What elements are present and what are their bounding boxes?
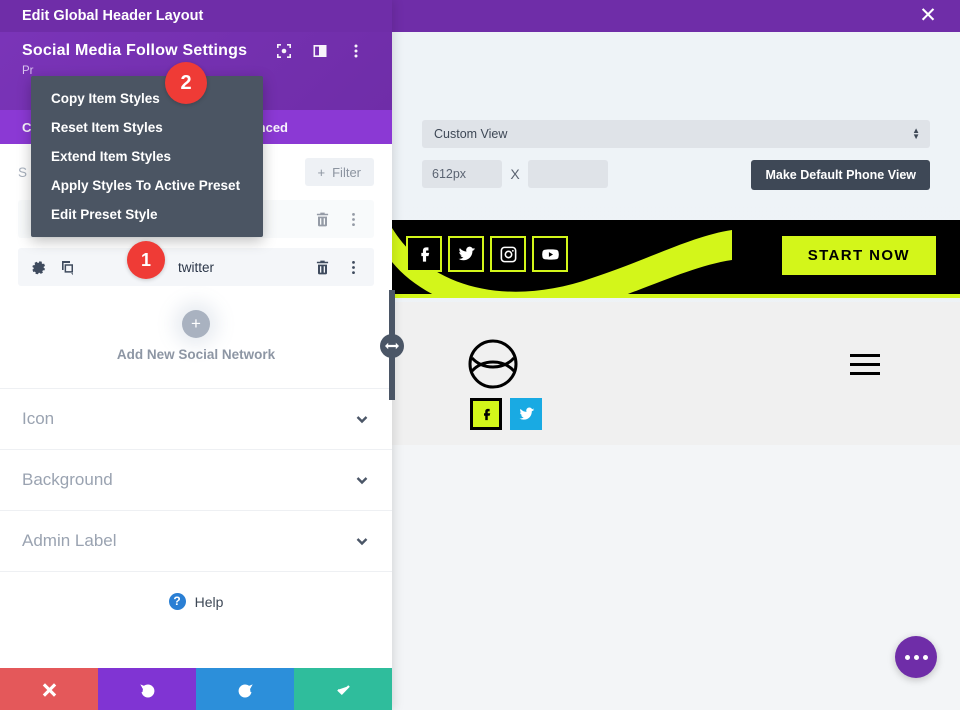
- site-logo-icon: [468, 339, 518, 389]
- item-styles-context-menu: Copy Item Styles Reset Item Styles Exten…: [31, 76, 263, 237]
- window-title: Edit Global Header Layout: [22, 8, 204, 24]
- size-separator: X: [510, 166, 520, 182]
- hamburger-menu-icon[interactable]: [850, 354, 880, 375]
- chevron-down-icon[interactable]: [354, 411, 370, 427]
- viewport-width-input[interactable]: [422, 160, 502, 188]
- window-titlebar: Edit Global Header Layout: [0, 0, 392, 32]
- start-now-button[interactable]: START NOW: [781, 236, 936, 275]
- help-label: Help: [194, 593, 224, 610]
- undo-icon: [139, 683, 154, 697]
- instagram-icon[interactable]: [490, 236, 526, 272]
- gear-icon[interactable]: [30, 259, 47, 276]
- focus-target-icon[interactable]: [276, 43, 292, 59]
- close-icon[interactable]: ✕: [916, 4, 940, 28]
- preview-pane: ✕ Custom View ▲▼ X Make Default Phone Vi…: [392, 0, 960, 710]
- module-title: Social Media Follow Settings: [22, 42, 248, 59]
- help-link[interactable]: ? Help: [0, 571, 392, 631]
- close-button[interactable]: [0, 668, 98, 710]
- redo-button[interactable]: [196, 668, 294, 710]
- x-icon: [42, 682, 56, 697]
- panel-resize-handle[interactable]: [380, 290, 404, 400]
- menu-item-extend-item-styles[interactable]: Extend Item Styles: [31, 142, 263, 171]
- undo-button[interactable]: [98, 668, 196, 710]
- view-mode-select[interactable]: Custom View ▲ ▼: [422, 120, 930, 148]
- add-new-social-network-label[interactable]: Add New Social Network: [18, 347, 374, 362]
- viewport-height-input[interactable]: [528, 160, 608, 188]
- site-sub-header: [392, 302, 960, 445]
- menu-item-apply-styles-to-active-preset[interactable]: Apply Styles To Active Preset: [31, 171, 263, 200]
- question-mark-icon: ?: [168, 593, 186, 610]
- app-root: ✕ Custom View ▲▼ X Make Default Phone Vi…: [0, 0, 960, 710]
- facebook-icon[interactable]: [470, 398, 502, 430]
- section-label: Admin Label: [22, 531, 117, 550]
- trash-icon[interactable]: [314, 211, 331, 228]
- filter-button[interactable]: + Filter: [304, 158, 374, 186]
- make-default-phone-view-button[interactable]: Make Default Phone View: [751, 160, 930, 190]
- facebook-icon[interactable]: [406, 236, 442, 272]
- size-row: X Make Default Phone View: [422, 160, 930, 190]
- settings-sections: Icon Background Admin Label: [0, 388, 392, 571]
- chevron-down-icon[interactable]: [354, 533, 370, 549]
- section-label: Background: [22, 470, 113, 489]
- panel-action-bar: [0, 668, 392, 710]
- plus-icon[interactable]: +: [182, 310, 210, 338]
- vertical-dots-icon[interactable]: [348, 43, 364, 59]
- section-admin-label[interactable]: Admin Label: [0, 510, 392, 571]
- twitter-icon[interactable]: [510, 398, 542, 430]
- section-background[interactable]: Background: [0, 449, 392, 510]
- redo-icon: [238, 683, 253, 697]
- save-button[interactable]: [294, 668, 392, 710]
- preview-topbar: ✕: [392, 0, 960, 32]
- duplicate-icon[interactable]: [59, 259, 76, 276]
- layout-panel-icon[interactable]: [312, 43, 328, 59]
- site-social-icons: [406, 236, 568, 272]
- twitter-icon[interactable]: [448, 236, 484, 272]
- section-label: Icon: [22, 409, 55, 428]
- floating-options-button[interactable]: [895, 636, 937, 678]
- preview-body: Custom View ▲▼ X Make Default Phone View: [392, 32, 960, 710]
- section-icon[interactable]: Icon: [0, 388, 392, 449]
- site-content-area: [392, 445, 960, 710]
- check-icon: [336, 684, 350, 695]
- vertical-dots-icon[interactable]: [345, 259, 362, 276]
- youtube-icon[interactable]: [532, 236, 568, 272]
- menu-item-edit-preset-style[interactable]: Edit Preset Style: [31, 200, 263, 229]
- filter-label: Filter: [332, 164, 361, 180]
- site-black-header: START NOW: [392, 220, 960, 298]
- chevron-down-icon[interactable]: [354, 472, 370, 488]
- add-new-social-network[interactable]: + Add New Social Network: [18, 296, 374, 362]
- spinner-arrows-icon: ▲ ▼: [912, 126, 920, 141]
- view-mode-value: Custom View: [434, 127, 508, 141]
- view-controls: Custom View ▲▼ X Make Default Phone View: [422, 120, 930, 190]
- module-header-icons: [276, 43, 376, 59]
- resize-arrows-icon[interactable]: [380, 334, 404, 358]
- vertical-dots-icon[interactable]: [345, 211, 362, 228]
- trash-icon[interactable]: [314, 259, 331, 276]
- step-badge-1: 1: [127, 241, 165, 279]
- table-row[interactable]: twitter: [18, 248, 374, 286]
- menu-item-copy-item-styles[interactable]: Copy Item Styles: [31, 84, 263, 113]
- menu-item-reset-item-styles[interactable]: Reset Item Styles: [31, 113, 263, 142]
- step-badge-2: 2: [165, 62, 207, 104]
- module-social-icons: [470, 398, 542, 430]
- plus-icon: +: [317, 164, 326, 180]
